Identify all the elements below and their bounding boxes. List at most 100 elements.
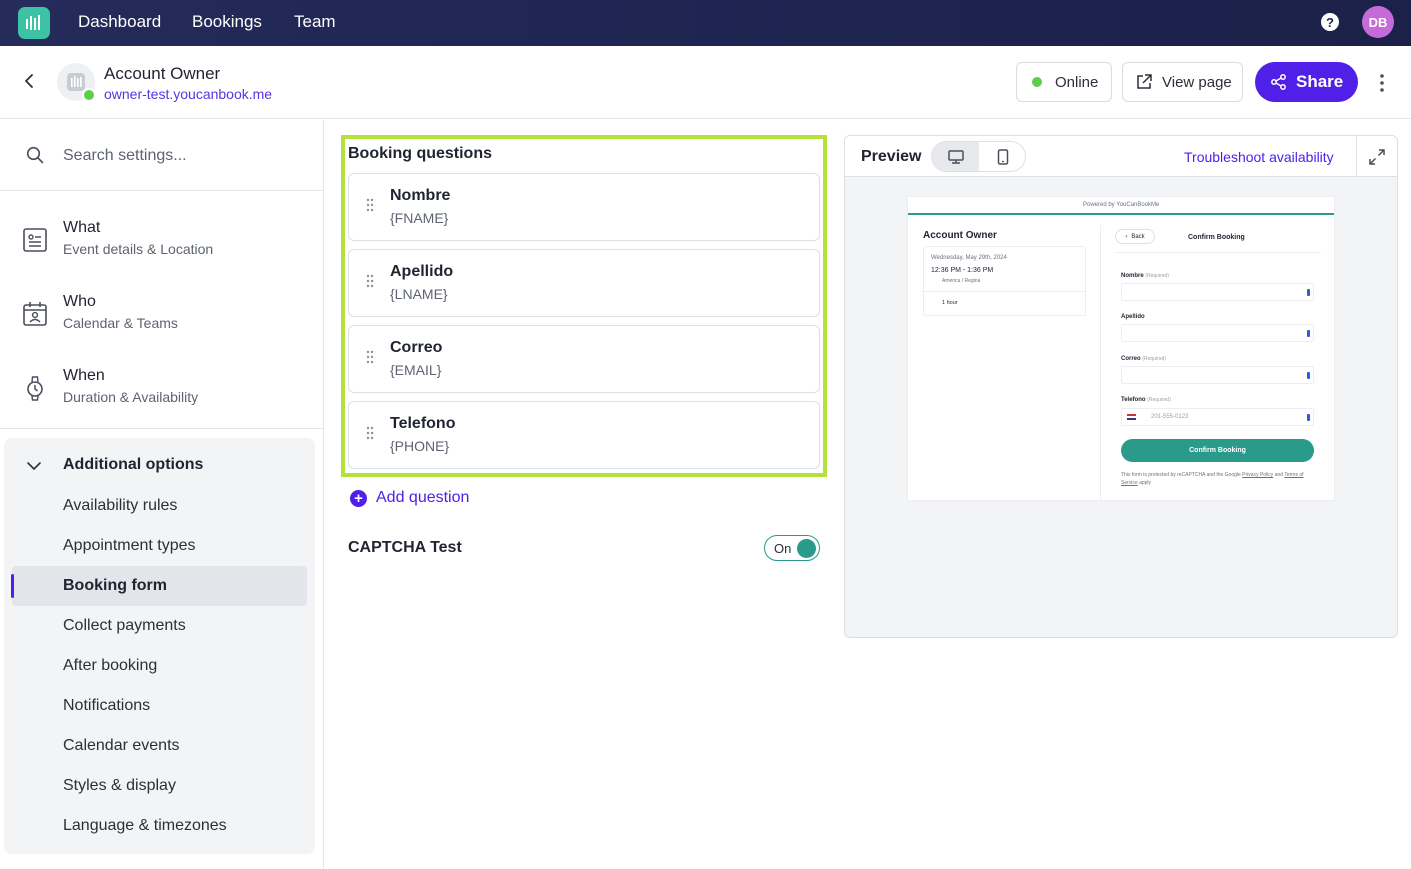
sidebar-item-who[interactable]: Who Calendar & Teams bbox=[0, 280, 323, 350]
preview-recaptcha-note: This form is protected by reCAPTCHA and … bbox=[1121, 472, 1304, 486]
sidebar-item-appointment-types[interactable]: Appointment types bbox=[4, 526, 315, 566]
captcha-toggle[interactable]: On bbox=[764, 535, 820, 561]
preview-topbar: Powered by YouCanBookMe bbox=[908, 197, 1334, 215]
question-card-correo[interactable]: Correo {EMAIL} bbox=[348, 325, 820, 393]
phone-placeholder: 201-555-0123 bbox=[1151, 414, 1189, 420]
question-card-apellido[interactable]: Apellido {LNAME} bbox=[348, 249, 820, 317]
sidebar-item-title: What bbox=[63, 219, 101, 236]
drag-handle-icon[interactable] bbox=[366, 426, 374, 440]
sidebar-item-availability-rules[interactable]: Availability rules bbox=[4, 486, 315, 526]
sidebar-item-title: When bbox=[63, 367, 105, 384]
back-arrow-icon[interactable] bbox=[20, 72, 38, 90]
option-label: Notifications bbox=[63, 697, 151, 714]
preview-field-label: Nombre (Required) bbox=[1121, 273, 1169, 279]
view-page-button[interactable]: View page bbox=[1122, 62, 1243, 102]
option-label: After booking bbox=[63, 657, 158, 674]
preview-booking-summary: Wednesday, May 29th, 2024 12:36 PM - 1:3… bbox=[923, 246, 1086, 316]
divider bbox=[1115, 252, 1321, 253]
expand-icon bbox=[1369, 148, 1385, 165]
preview-field-input bbox=[1121, 283, 1314, 301]
share-label: Share bbox=[1296, 72, 1344, 91]
preview-confirm-title: Confirm Booking bbox=[1188, 234, 1245, 241]
add-question-button[interactable]: + Add question bbox=[350, 488, 469, 508]
document-icon bbox=[23, 228, 47, 252]
preview-field-input bbox=[1121, 324, 1314, 342]
desktop-view-button[interactable] bbox=[932, 142, 979, 171]
question-card-nombre[interactable]: Nombre {FNAME} bbox=[348, 173, 820, 241]
settings-search bbox=[0, 120, 323, 191]
settings-sidebar: What Event details & Location Who Calend… bbox=[0, 120, 324, 869]
view-page-label: View page bbox=[1162, 73, 1232, 91]
booking-questions-panel: Booking questions Nombre {FNAME} Apellid… bbox=[341, 135, 827, 477]
search-icon bbox=[26, 146, 44, 164]
preview-confirm-button: Confirm Booking bbox=[1121, 439, 1314, 462]
account-name: Account Owner bbox=[104, 64, 221, 83]
sidebar-item-title: Who bbox=[63, 293, 96, 310]
external-link-icon bbox=[1137, 74, 1152, 89]
preview-date: Wednesday, May 29th, 2024 bbox=[931, 255, 1007, 261]
option-label: Language & timezones bbox=[63, 817, 227, 834]
sidebar-item-after-booking[interactable]: After booking bbox=[4, 646, 315, 686]
divider bbox=[1100, 225, 1101, 501]
sidebar-item-styles-display[interactable]: Styles & display bbox=[4, 766, 315, 806]
question-name: Correo bbox=[390, 339, 443, 356]
troubleshoot-availability-link[interactable]: Troubleshoot availability bbox=[1184, 149, 1334, 165]
mobile-view-button[interactable] bbox=[979, 142, 1025, 171]
booking-questions-title: Booking questions bbox=[348, 145, 492, 162]
sidebar-item-notifications[interactable]: Notifications bbox=[4, 686, 315, 726]
question-name: Nombre bbox=[390, 187, 451, 204]
preview-back-button: ‹ Back bbox=[1115, 229, 1155, 244]
online-dot-icon bbox=[1032, 77, 1042, 87]
additional-options-title: Additional options bbox=[63, 456, 204, 473]
powered-by-label: Powered by YouCanBookMe bbox=[1083, 202, 1160, 208]
drag-handle-icon[interactable] bbox=[366, 198, 374, 212]
account-url-link[interactable]: owner-test.youcanbook.me bbox=[104, 86, 272, 102]
app-logo-icon[interactable] bbox=[18, 7, 50, 39]
option-label: Calendar events bbox=[63, 737, 180, 754]
toggle-state-label: On bbox=[774, 541, 792, 556]
option-label: Availability rules bbox=[63, 497, 178, 514]
active-indicator bbox=[11, 574, 14, 598]
sidebar-item-when[interactable]: When Duration & Availability bbox=[0, 354, 323, 424]
back-label: Back bbox=[1131, 233, 1145, 240]
divider bbox=[924, 291, 1085, 292]
share-button[interactable]: Share bbox=[1255, 62, 1358, 102]
drag-handle-icon[interactable] bbox=[366, 350, 374, 364]
sidebar-item-language-timezones[interactable]: Language & timezones bbox=[4, 806, 315, 846]
nav-dashboard[interactable]: Dashboard bbox=[78, 12, 161, 32]
question-name: Telefono bbox=[390, 415, 456, 432]
question-name: Apellido bbox=[390, 263, 454, 280]
account-logo-icon bbox=[67, 73, 85, 91]
sidebar-item-subtitle: Calendar & Teams bbox=[63, 315, 178, 331]
sidebar-item-what[interactable]: What Event details & Location bbox=[0, 206, 323, 276]
calendar-person-icon bbox=[23, 302, 47, 326]
sidebar-item-subtitle: Event details & Location bbox=[63, 241, 214, 257]
add-question-label: Add question bbox=[376, 489, 470, 506]
option-label: Styles & display bbox=[63, 777, 176, 794]
question-card-telefono[interactable]: Telefono {PHONE} bbox=[348, 401, 820, 469]
sidebar-item-collect-payments[interactable]: Collect payments bbox=[4, 606, 315, 646]
additional-options-toggle[interactable]: Additional options bbox=[4, 452, 315, 480]
nav-bookings[interactable]: Bookings bbox=[192, 12, 262, 32]
user-avatar[interactable]: DB bbox=[1362, 6, 1394, 38]
top-nav: Dashboard Bookings Team ? DB bbox=[0, 0, 1411, 46]
status-online-button[interactable]: Online bbox=[1016, 62, 1112, 102]
sidebar-item-booking-form[interactable]: Booking form bbox=[12, 566, 307, 606]
expand-preview-button[interactable] bbox=[1356, 136, 1397, 177]
watch-icon bbox=[27, 376, 43, 401]
preview-field-label: Correo (Required) bbox=[1121, 356, 1166, 362]
help-icon[interactable]: ? bbox=[1321, 13, 1339, 31]
preview-time: 12:36 PM - 1:36 PM bbox=[931, 267, 994, 274]
more-menu-icon[interactable] bbox=[1372, 73, 1392, 93]
nav-team[interactable]: Team bbox=[294, 12, 336, 32]
search-input[interactable] bbox=[63, 144, 303, 168]
plus-icon: + bbox=[350, 489, 367, 507]
sidebar-divider bbox=[0, 428, 323, 429]
sidebar-item-calendar-events[interactable]: Calendar events bbox=[4, 726, 315, 766]
status-label: Online bbox=[1055, 73, 1099, 91]
drag-handle-icon[interactable] bbox=[366, 274, 374, 288]
captcha-label: CAPTCHA Test bbox=[348, 539, 462, 556]
account-online-dot bbox=[82, 88, 96, 102]
option-label: Collect payments bbox=[63, 617, 186, 634]
preview-field-label: Apellido bbox=[1121, 314, 1145, 320]
